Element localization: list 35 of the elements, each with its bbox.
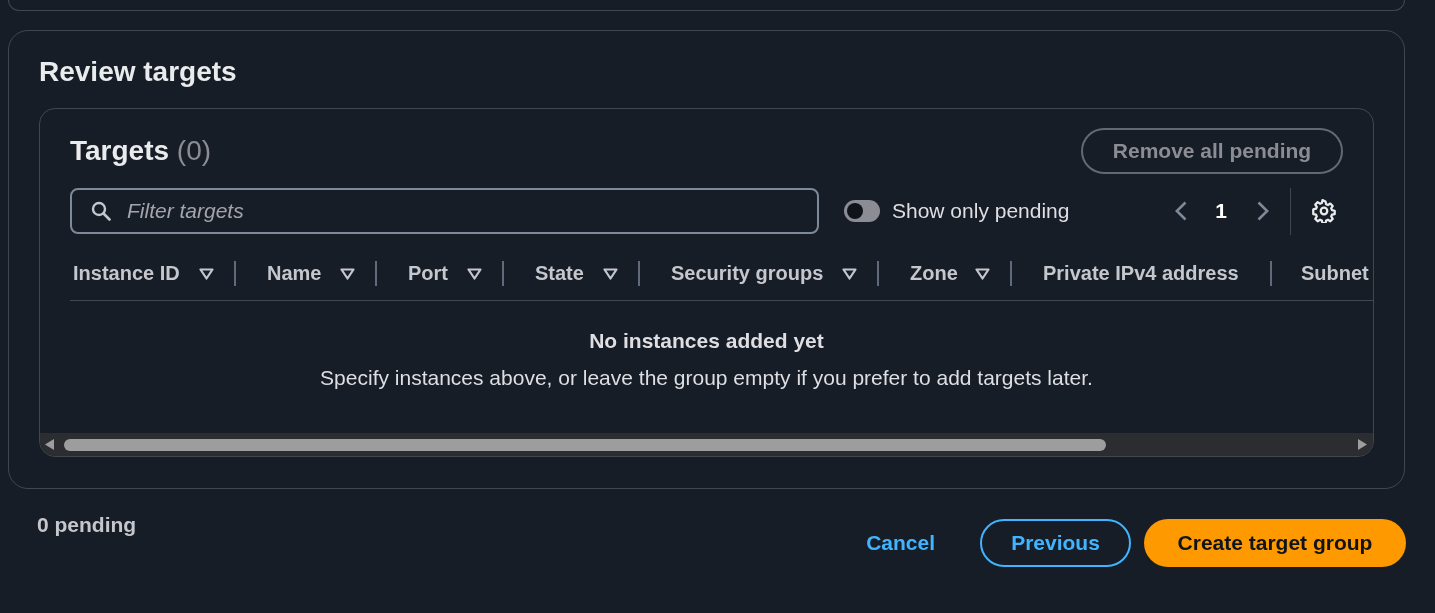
scroll-left-icon: [45, 439, 54, 450]
toggle-label: Show only pending: [892, 199, 1070, 223]
column-header: Subnet: [1300, 261, 1370, 286]
search-icon: [91, 201, 111, 221]
previous-button[interactable]: Previous: [980, 519, 1131, 567]
settings-button[interactable]: [1312, 199, 1336, 223]
sort-triangle-icon: [975, 267, 990, 280]
empty-state-description: Specify instances above, or leave the group empty if you prefer to add targets later.: [320, 366, 1093, 390]
sort-triangle-icon: [603, 267, 618, 280]
horizontal-scrollbar[interactable]: [40, 433, 1373, 456]
column-header[interactable]: Zone: [879, 257, 1012, 290]
sort-triangle-icon: [467, 267, 482, 280]
settings-icon: [1312, 199, 1336, 223]
pending-count: 0 pending: [37, 512, 137, 538]
table-title: Targets (0): [70, 135, 212, 167]
sort-triangle-icon: [340, 267, 355, 280]
page-number-button[interactable]: 1: [1206, 196, 1236, 226]
column-header[interactable]: Instance ID: [70, 257, 236, 290]
filter-field[interactable]: Filter targets: [70, 188, 819, 234]
empty-state-title: No instances added yet: [589, 329, 824, 353]
scroll-right-icon: [1358, 439, 1367, 450]
sort-triangle-icon: [199, 267, 214, 280]
section-title: Review targets: [39, 57, 238, 87]
toggle-switch[interactable]: [844, 200, 880, 222]
column-header: Private IPv4 address: [1012, 257, 1272, 290]
column-header[interactable]: Security groups: [640, 257, 879, 290]
column-header[interactable]: State: [504, 257, 640, 290]
sort-triangle-icon: [842, 267, 857, 280]
cancel-link[interactable]: Cancel: [846, 519, 955, 567]
chevron-left-icon: [1175, 201, 1187, 221]
chevron-right-icon: [1257, 201, 1269, 221]
column-header[interactable]: Name: [236, 257, 377, 290]
create-button[interactable]: Create target group: [1144, 519, 1406, 567]
column-header[interactable]: Port: [377, 257, 504, 290]
scrollbar-thumb[interactable]: [64, 438, 1106, 451]
